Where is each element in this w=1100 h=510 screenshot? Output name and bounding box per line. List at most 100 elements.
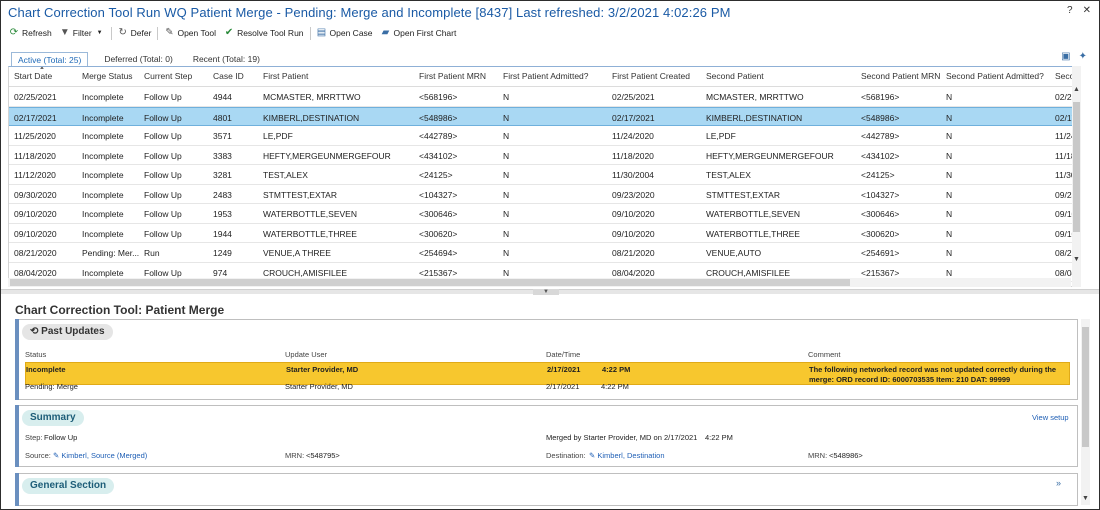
table-cell: <442789> [861, 131, 900, 141]
table-cell: 2483 [213, 189, 232, 200]
table-cell: <215367> [419, 267, 458, 278]
destination-label: Destination: [546, 451, 586, 460]
table-row[interactable]: 02/17/2021 Incomplete Follow Up 4801 KIMBERL… [9, 106, 1080, 126]
table-cell: VENUE,AUTO [706, 248, 762, 258]
summary-header[interactable]: Summary [22, 410, 84, 426]
table-cell: N [946, 150, 953, 161]
tab-recent[interactable]: Recent (Total: 19) [189, 52, 264, 66]
title-bar: Chart Correction Tool Run WQ Patient Mer… [1, 1, 1099, 23]
table-cell: 11/18/2020 [612, 150, 654, 161]
table-cell: <568196> [861, 92, 900, 102]
column-header[interactable]: Second Patient Admitted? [946, 71, 1044, 81]
column-header[interactable]: Current Step [144, 71, 192, 81]
table-cell: <24125> [419, 170, 453, 180]
table-cell: <434102> [861, 150, 900, 161]
column-header[interactable]: Start Date [14, 71, 52, 81]
destination-patient-link[interactable]: ✎ Kimberl, Destination [589, 451, 665, 460]
detail-title: Chart Correction Tool: Patient Merge [15, 303, 225, 317]
table-cell: N [503, 267, 510, 278]
column-header[interactable]: First Patient Admitted? [503, 71, 589, 81]
table-row[interactable]: 11/18/2020 Incomplete Follow Up 3383 HEFTY,M… [9, 146, 1080, 165]
table-cell: N [946, 131, 953, 141]
column-header[interactable]: Case ID [213, 71, 244, 81]
table-row[interactable]: 09/10/2020 Incomplete Follow Up 1953 WATERBO… [9, 204, 1080, 224]
table-row[interactable]: 02/25/2021 Incomplete Follow Up 4944 MCMASTE… [9, 87, 1080, 107]
table-cell: 09/10/2020 [612, 228, 655, 239]
open-case-button[interactable]: ▤ Open Case [313, 28, 377, 39]
table-row[interactable]: 09/30/2020 Incomplete Follow Up 2483 STMTTES… [9, 185, 1080, 204]
table-cell: 02/25/2021 [14, 92, 57, 102]
table-cell: 08/04/2020 [14, 267, 57, 278]
scroll-thumb[interactable] [10, 279, 850, 286]
pane-splitter[interactable]: ▼ [1, 289, 1099, 295]
table-cell: <548986> [419, 112, 458, 123]
detail-vertical-scrollbar[interactable]: ▼ [1081, 319, 1090, 505]
filter-icon: ▼ [59, 27, 70, 38]
table-cell: N [503, 92, 510, 102]
table-cell: STMTTEST,EXTAR [706, 189, 780, 200]
pin-icon: ✎ [53, 451, 60, 460]
table-cell: N [946, 228, 953, 239]
tab-active[interactable]: Active (Total: 25) [11, 52, 89, 66]
table-cell: 11/18/2020 [14, 150, 56, 161]
table-cell: TEST,ALEX [706, 170, 751, 180]
table-cell: N [946, 112, 953, 123]
table-cell: Follow Up [144, 267, 182, 278]
column-header[interactable]: First Patient [263, 71, 308, 81]
past-updates-panel: ⟲ Past Updates Status Update User Date/T… [15, 319, 1078, 400]
scroll-thumb[interactable] [1082, 327, 1089, 447]
close-icon[interactable]: ✕ [1083, 6, 1091, 16]
export-icon[interactable]: ▣ [1061, 51, 1070, 62]
help-icon[interactable]: ? [1067, 6, 1073, 16]
general-section-header[interactable]: General Section [22, 478, 115, 494]
scroll-down-icon[interactable]: ▼ [1081, 495, 1090, 502]
history-icon: ⟲ [30, 326, 39, 337]
wrench-icon[interactable]: ✦ [1079, 51, 1087, 62]
table-cell: Incomplete [82, 150, 124, 161]
source-patient-link[interactable]: ✎ Kimberl, Source (Merged) [53, 451, 147, 460]
column-header[interactable]: Second Patient [706, 71, 764, 81]
table-cell: N [503, 189, 510, 200]
table-cell: 09/10/2020 [612, 209, 655, 219]
splitter-grip-icon[interactable]: ▼ [533, 289, 559, 295]
column-header[interactable]: First Patient MRN [419, 71, 486, 81]
app-window: Chart Correction Tool Run WQ Patient Mer… [0, 0, 1100, 510]
table-row[interactable]: 09/10/2020 Incomplete Follow Up 1944 WATERBO… [9, 224, 1080, 243]
refresh-button[interactable]: ⟳ Refresh [5, 28, 56, 39]
grid-header: ▲ Start Date Merge Status Current Step C… [9, 67, 1080, 87]
chevron-down-icon: ▼ [96, 30, 103, 36]
column-header[interactable]: First Patient Created [612, 71, 690, 81]
defer-icon: ↻ [118, 27, 127, 38]
table-cell: Incomplete [82, 209, 124, 219]
table-cell: Incomplete [82, 131, 124, 141]
filter-button[interactable]: ▼ Filter ▼ [56, 27, 109, 39]
past-updates-header[interactable]: ⟲ Past Updates [22, 324, 113, 340]
scroll-down-icon[interactable]: ▼ [1072, 256, 1081, 263]
resolve-tool-run-button[interactable]: ✔ Resolve Tool Run [220, 28, 307, 39]
table-row[interactable]: 11/12/2020 Incomplete Follow Up 3281 TEST,AL… [9, 165, 1080, 185]
grid-horizontal-scrollbar[interactable] [8, 278, 1071, 287]
open-first-chart-button[interactable]: ▰ Open First Chart [377, 28, 461, 39]
view-setup-link[interactable]: View setup [1032, 413, 1069, 422]
open-tool-button[interactable]: ✎ Open Tool [160, 28, 220, 39]
column-header[interactable]: Second Patient MRN [861, 71, 940, 81]
defer-button[interactable]: ↻ Defer [114, 27, 156, 39]
table-cell: 02/17/2021 [14, 112, 57, 123]
scroll-thumb[interactable] [1073, 102, 1080, 232]
table-cell: 11/25/2020 [14, 131, 56, 141]
table-cell: KIMBERL,DESTINATION [706, 112, 803, 123]
table-cell: Follow Up [144, 228, 182, 239]
source-label: Source: [25, 451, 51, 460]
pin-icon: ✎ [589, 451, 596, 460]
column-header[interactable]: Merge Status [82, 71, 133, 81]
table-cell: Pending: Mer... [82, 248, 140, 258]
table-row[interactable]: 08/21/2020 Pending: Mer... Run 1249 VENUE,A … [9, 243, 1080, 263]
tab-deferred[interactable]: Deferred (Total: 0) [100, 52, 177, 66]
table-row[interactable]: 11/25/2020 Incomplete Follow Up 3571 LE,PDF <… [9, 126, 1080, 146]
grid-vertical-scrollbar[interactable]: ▲ ▼ [1072, 66, 1081, 287]
scroll-up-icon[interactable]: ▲ [1072, 86, 1081, 93]
step-value: Follow Up [44, 433, 78, 442]
expand-icon[interactable]: » [1056, 478, 1061, 488]
table-cell: 4944 [213, 92, 232, 102]
merged-time: 4:22 PM [705, 433, 733, 442]
